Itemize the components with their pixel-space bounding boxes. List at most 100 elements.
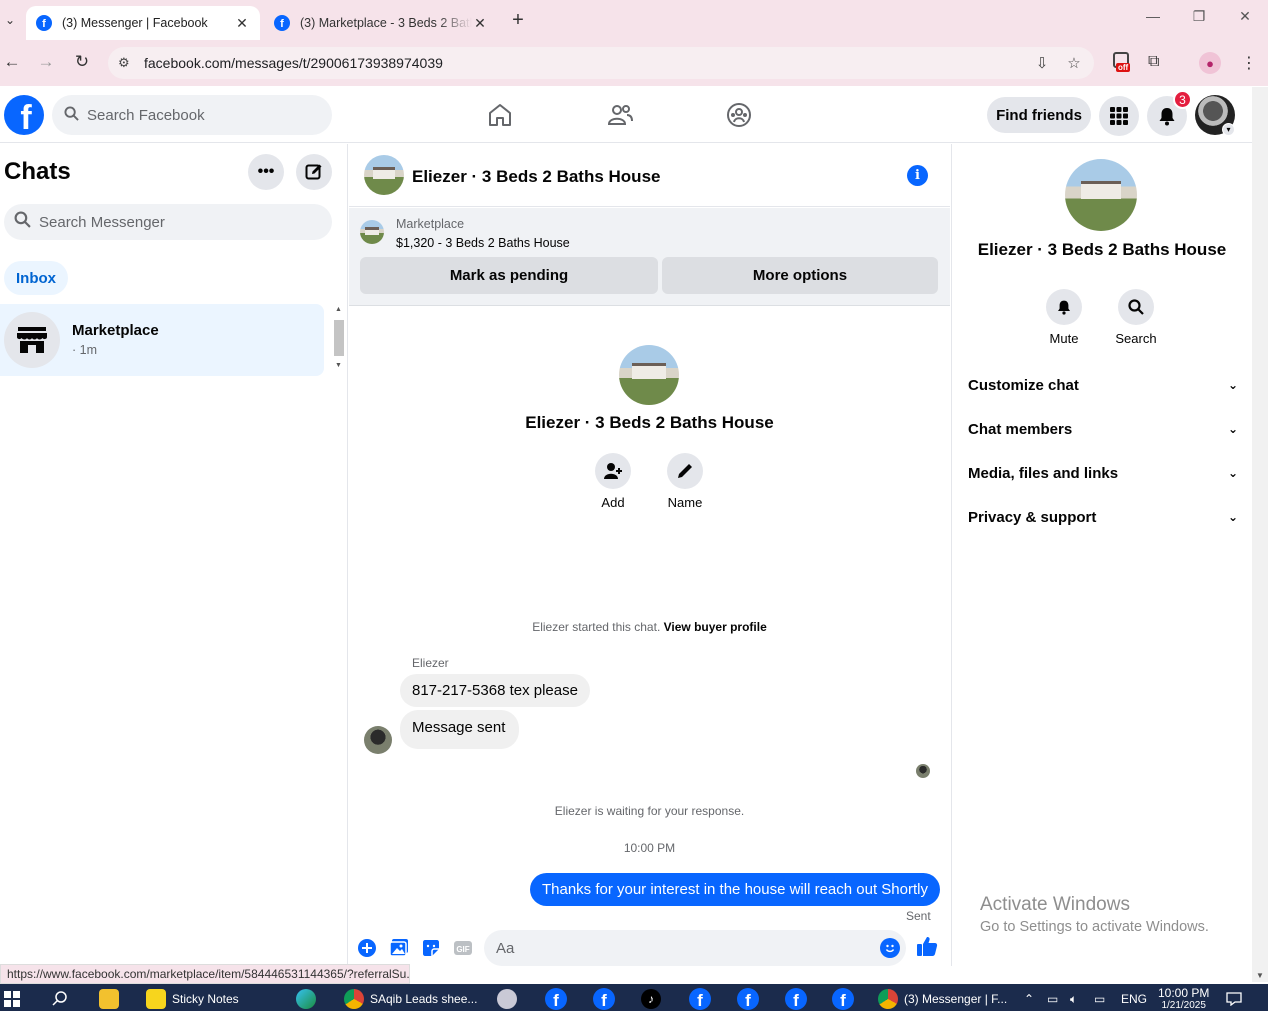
- windows-start-icon[interactable]: [4, 988, 20, 1010]
- message-input-box[interactable]: [484, 930, 906, 966]
- media-files-links-section[interactable]: Media, files and links ⌄: [968, 461, 1238, 485]
- scroll-down-icon[interactable]: ▼: [335, 362, 342, 369]
- url-text: facebook.com/messages/t/2900617393897403…: [144, 55, 443, 71]
- name-chat-button[interactable]: Name: [655, 453, 715, 510]
- language-indicator[interactable]: ENG: [1121, 988, 1147, 1010]
- message-input[interactable]: [496, 939, 856, 957]
- omnibox[interactable]: ⚙ facebook.com/messages/t/29006173938974…: [108, 47, 1094, 79]
- forward-icon[interactable]: →: [34, 52, 58, 72]
- chat-list-item[interactable]: Marketplace · 1m: [0, 304, 324, 376]
- view-buyer-profile-link[interactable]: View buyer profile: [664, 620, 767, 634]
- extension-off-icon[interactable]: off: [1111, 52, 1133, 74]
- chrome-sheets-taskbar-item[interactable]: SAqib Leads shee...: [344, 988, 477, 1010]
- tab-marketplace[interactable]: f (3) Marketplace - 3 Beds 2 Baths House…: [264, 6, 498, 40]
- listing-thumbnail[interactable]: [360, 220, 384, 244]
- facebook-search[interactable]: [52, 95, 332, 135]
- chat-members-section[interactable]: Chat members ⌄: [968, 417, 1238, 441]
- facebook-taskbar-icon[interactable]: f: [593, 988, 615, 1010]
- facebook-taskbar-icon[interactable]: f: [545, 988, 567, 1010]
- listing-avatar[interactable]: [364, 155, 404, 195]
- messenger-search[interactable]: [4, 204, 332, 240]
- restore-icon[interactable]: ❐: [1189, 8, 1209, 25]
- info-icon[interactable]: i: [907, 165, 928, 186]
- facebook-search-input[interactable]: [87, 106, 307, 124]
- notification-center-icon[interactable]: [1226, 988, 1242, 1010]
- scroll-up-icon[interactable]: ▲: [335, 306, 342, 313]
- clock-time: 10:00 PM: [1158, 986, 1210, 1000]
- more-options-dots-icon[interactable]: •••: [248, 154, 284, 190]
- chat-name: Marketplace: [72, 322, 159, 339]
- add-people-button[interactable]: Add: [583, 453, 643, 510]
- search-icon: [14, 211, 31, 233]
- close-window-icon[interactable]: ✕: [1235, 8, 1255, 25]
- privacy-support-section[interactable]: Privacy & support ⌄: [968, 505, 1238, 529]
- file-explorer-icon[interactable]: [99, 988, 119, 1010]
- facebook-taskbar-icon[interactable]: f: [785, 988, 807, 1010]
- groups-icon[interactable]: [725, 101, 753, 129]
- minimize-icon[interactable]: —: [1143, 8, 1163, 24]
- thumbs-up-icon[interactable]: [916, 935, 938, 956]
- sender-avatar[interactable]: [364, 726, 392, 754]
- gif-icon[interactable]: GIF: [453, 938, 473, 958]
- plus-circle-icon[interactable]: [357, 938, 377, 958]
- bookmark-star-icon[interactable]: ☆: [1062, 54, 1086, 72]
- incoming-message[interactable]: 817-217-5368 tex please: [400, 674, 590, 707]
- facebook-taskbar-icon[interactable]: f: [689, 988, 711, 1010]
- site-settings-icon[interactable]: ⚙: [118, 55, 134, 71]
- network-icon[interactable]: ▭: [1094, 988, 1105, 1010]
- back-icon[interactable]: ←: [0, 52, 24, 72]
- mute-button[interactable]: Mute: [1034, 289, 1094, 346]
- find-friends-button[interactable]: Find friends: [987, 97, 1091, 133]
- scrollbar-thumb[interactable]: [334, 320, 344, 356]
- home-icon[interactable]: [486, 101, 514, 129]
- banner-label: Marketplace: [396, 217, 465, 231]
- chrome-messenger-taskbar-item[interactable]: (3) Messenger | F...: [878, 988, 1007, 1010]
- tab-title: (3) Marketplace - 3 Beds 2 Baths House: [300, 16, 472, 30]
- reload-icon[interactable]: ↻: [70, 52, 94, 72]
- page-scrollbar[interactable]: ▼: [1252, 87, 1268, 982]
- tab-search-dropdown-icon[interactable]: ⌄: [0, 8, 20, 32]
- new-message-compose-icon[interactable]: [296, 154, 332, 190]
- search-in-chat-button[interactable]: Search: [1106, 289, 1166, 346]
- more-options-button[interactable]: More options: [662, 257, 938, 294]
- tiktok-icon[interactable]: ♪: [641, 988, 661, 1010]
- pencil-icon: [667, 453, 703, 489]
- close-tab-icon[interactable]: ✕: [234, 15, 250, 32]
- close-tab-icon[interactable]: ✕: [472, 15, 488, 32]
- scroll-down-icon[interactable]: ▼: [1256, 971, 1264, 980]
- marketplace-listing-banner: Marketplace $1,320 - 3 Beds 2 Baths Hous…: [349, 208, 950, 306]
- facebook-logo-icon[interactable]: f: [4, 95, 44, 135]
- mark-as-pending-button[interactable]: Mark as pending: [360, 257, 658, 294]
- customize-chat-section[interactable]: Customize chat ⌄: [968, 373, 1238, 397]
- clock[interactable]: 10:00 PM 1/21/2025: [1158, 986, 1209, 1011]
- show-hidden-icons-chevron-icon[interactable]: ⌃: [1024, 988, 1034, 1010]
- tab-messenger[interactable]: f (3) Messenger | Facebook ✕: [26, 6, 260, 40]
- speaker-icon[interactable]: 🔈︎: [1070, 988, 1077, 1010]
- emoji-icon[interactable]: [880, 938, 900, 958]
- sticker-icon[interactable]: [421, 938, 441, 958]
- browser-menu-icon[interactable]: ⋮: [1241, 53, 1257, 73]
- facebook-taskbar-icon[interactable]: f: [832, 988, 854, 1010]
- sticky-notes-taskbar-item[interactable]: Sticky Notes: [146, 988, 239, 1010]
- chevron-down-icon[interactable]: ▾: [1222, 123, 1235, 136]
- facebook-taskbar-icon[interactable]: f: [737, 988, 759, 1010]
- messenger-search-input[interactable]: [39, 213, 299, 231]
- outgoing-message[interactable]: Thanks for your interest in the house wi…: [529, 873, 940, 906]
- chat-list-scrollbar[interactable]: ▲ ▼: [332, 306, 346, 374]
- new-tab-button[interactable]: +: [508, 9, 528, 31]
- conversation-title[interactable]: Eliezer · 3 Beds 2 Baths House: [412, 167, 660, 187]
- camera-icon[interactable]: ▭: [1047, 988, 1058, 1010]
- incoming-message[interactable]: Message sent: [400, 710, 520, 749]
- menu-grid-icon[interactable]: [1099, 96, 1139, 136]
- attach-photo-icon[interactable]: [389, 938, 409, 958]
- browser-profile-icon[interactable]: ●: [1199, 52, 1221, 74]
- edge-icon[interactable]: [296, 988, 316, 1010]
- friends-icon[interactable]: [606, 101, 634, 129]
- inbox-filter-tab[interactable]: Inbox: [4, 261, 68, 295]
- taskbar-search-icon[interactable]: [52, 988, 68, 1010]
- extensions-puzzle-icon[interactable]: ⧉: [1148, 53, 1159, 71]
- listing-price-title[interactable]: $1,320 - 3 Beds 2 Baths House: [396, 236, 570, 250]
- chevron-down-icon: ⌄: [1227, 378, 1238, 392]
- install-app-icon[interactable]: ⇩: [1030, 54, 1054, 72]
- app-icon[interactable]: [497, 988, 517, 1010]
